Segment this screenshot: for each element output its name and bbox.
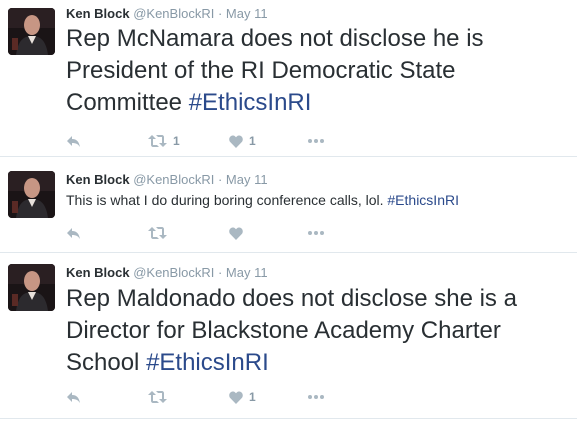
tweet-header: Ken Block @KenBlockRI · May 11	[66, 6, 268, 22]
tweet-text: Rep Maldonado does not disclose she is a…	[66, 283, 571, 379]
retweet-icon	[148, 135, 167, 147]
timestamp[interactable]: May 11	[226, 265, 268, 280]
like-count: 1	[249, 390, 256, 404]
author-name[interactable]: Ken Block	[66, 172, 130, 187]
separator: ·	[217, 6, 223, 21]
author-handle[interactable]: @KenBlockRI	[133, 6, 214, 21]
tweet-text: This is what I do during boring conferen…	[66, 190, 571, 210]
hashtag-link[interactable]: #EthicsInRI	[146, 349, 269, 376]
like-button[interactable]: 1	[229, 388, 256, 406]
tweet-body: Rep Maldonado does not disclose she is a…	[66, 285, 517, 376]
timestamp[interactable]: May 11	[226, 172, 268, 187]
author-name[interactable]: Ken Block	[66, 6, 130, 21]
like-icon	[229, 134, 243, 148]
tweet-3[interactable]: Ken Block @KenBlockRI · May 11 Rep Maldo…	[0, 253, 577, 421]
author-handle[interactable]: @KenBlockRI	[133, 265, 214, 280]
tweet-actions: 1 1	[66, 132, 366, 150]
author-name[interactable]: Ken Block	[66, 265, 130, 280]
tweet-body: This is what I do during boring conferen…	[66, 192, 388, 208]
reply-button[interactable]	[66, 388, 81, 406]
avatar[interactable]	[8, 264, 55, 311]
retweet-button[interactable]: 1	[148, 132, 180, 150]
reply-button[interactable]	[66, 224, 81, 242]
more-icon	[308, 231, 324, 235]
tweet-timeline: Ken Block @KenBlockRI · May 11 Rep McNam…	[0, 0, 577, 421]
hashtag-link[interactable]: #EthicsInRI	[189, 89, 312, 116]
more-button[interactable]	[307, 132, 325, 150]
avatar[interactable]	[8, 8, 55, 55]
separator: ·	[217, 172, 223, 187]
reply-icon	[67, 136, 80, 147]
tweet-actions	[66, 224, 366, 242]
like-button[interactable]: 1	[229, 132, 256, 150]
divider	[0, 418, 577, 419]
like-button[interactable]	[229, 224, 249, 242]
more-button[interactable]	[307, 224, 325, 242]
like-count: 1	[249, 134, 256, 148]
retweet-button[interactable]	[148, 224, 173, 242]
more-icon	[308, 395, 324, 399]
tweet-actions: 1	[66, 388, 366, 406]
tweet-text: Rep McNamara does not disclose he is Pre…	[66, 23, 571, 119]
reply-icon	[67, 228, 80, 239]
like-icon	[229, 390, 243, 404]
retweet-icon	[148, 391, 167, 403]
more-icon	[308, 139, 324, 143]
retweet-button[interactable]	[148, 388, 173, 406]
tweet-1[interactable]: Ken Block @KenBlockRI · May 11 Rep McNam…	[0, 0, 577, 157]
like-icon	[229, 226, 243, 240]
retweet-icon	[148, 227, 167, 239]
reply-button[interactable]	[66, 132, 81, 150]
timestamp[interactable]: May 11	[226, 6, 268, 21]
author-handle[interactable]: @KenBlockRI	[133, 172, 214, 187]
more-button[interactable]	[307, 388, 325, 406]
separator: ·	[217, 265, 223, 280]
tweet-header: Ken Block @KenBlockRI · May 11	[66, 172, 268, 188]
hashtag-link[interactable]: #EthicsInRI	[387, 192, 459, 208]
retweet-count: 1	[173, 134, 180, 148]
tweet-2[interactable]: Ken Block @KenBlockRI · May 11 This is w…	[0, 157, 577, 253]
reply-icon	[67, 392, 80, 403]
avatar[interactable]	[8, 171, 55, 218]
tweet-header: Ken Block @KenBlockRI · May 11	[66, 265, 268, 281]
